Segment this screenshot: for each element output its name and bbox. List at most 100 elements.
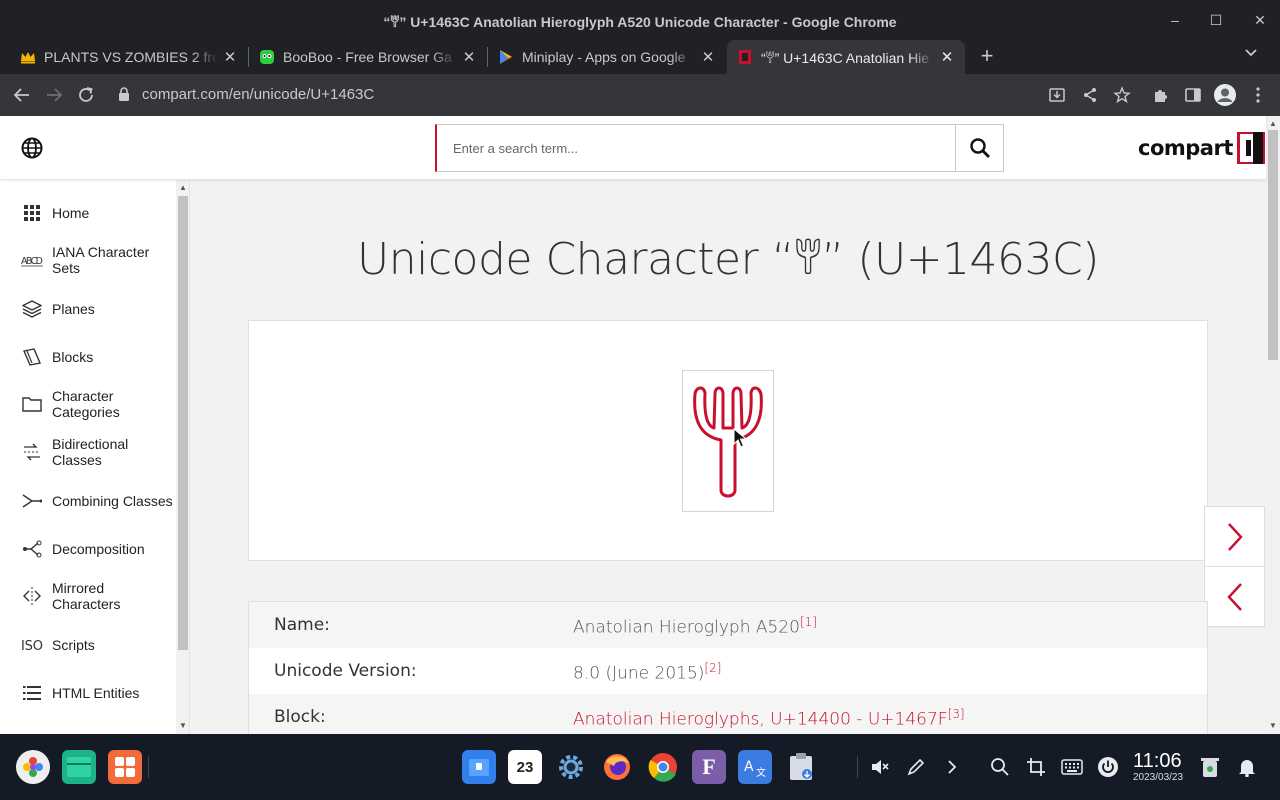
fonts-app-button[interactable]: F: [692, 750, 726, 784]
close-tab-icon[interactable]: ✕: [700, 48, 716, 66]
screenshot-button[interactable]: [1025, 756, 1047, 778]
abcd-icon: ABCD: [21, 249, 43, 271]
search-input[interactable]: [437, 125, 955, 171]
sidebar-item-combining-classes[interactable]: Combining Classes: [0, 490, 176, 512]
info-row-unicode-version: Unicode Version: 8.0 (June 2015)[2]: [249, 648, 1207, 694]
sidebar-item-html-entities[interactable]: HTML Entities: [0, 682, 176, 704]
sidebar-item-blocks[interactable]: Blocks: [0, 346, 176, 368]
reload-button[interactable]: [74, 83, 98, 107]
scroll-up-icon[interactable]: ▲: [179, 184, 187, 192]
extensions-button[interactable]: [1149, 83, 1173, 107]
notifications-button[interactable]: [1236, 756, 1258, 778]
info-value: 8.0 (June 2015)[2]: [573, 661, 721, 684]
chrome-button[interactable]: [646, 750, 680, 784]
globe-icon[interactable]: [20, 136, 44, 160]
scroll-up-icon[interactable]: ▲: [1269, 120, 1277, 128]
tab-search-button[interactable]: [1240, 45, 1262, 67]
footnote-ref[interactable]: [1]: [800, 615, 817, 629]
address-bar[interactable]: compart.com/en/unicode/U+1463C: [108, 80, 1108, 110]
translate-icon: A文: [744, 759, 766, 778]
settings-button[interactable]: [554, 750, 588, 784]
volume-button[interactable]: [869, 756, 891, 778]
minimize-button[interactable]: –: [1163, 8, 1187, 32]
sidebar-item-label: Combining Classes: [52, 493, 173, 509]
sidebar-scrollbar[interactable]: ▲ ▼: [176, 180, 189, 734]
profile-button[interactable]: [1213, 83, 1237, 107]
new-tab-button[interactable]: +: [975, 44, 999, 68]
app-store-button[interactable]: [108, 750, 142, 784]
clipboard-button[interactable]: [784, 750, 818, 784]
sidebar-scrollbar-thumb[interactable]: [178, 196, 188, 650]
maximize-button[interactable]: ☐: [1204, 8, 1228, 32]
bookmark-button[interactable]: [1110, 83, 1134, 107]
next-character-button[interactable]: [1204, 506, 1265, 567]
firefox-button[interactable]: [600, 750, 634, 784]
footnote-ref[interactable]: [2]: [704, 661, 721, 675]
power-button[interactable]: [1097, 756, 1119, 778]
translate-button[interactable]: A文: [738, 750, 772, 784]
lock-icon[interactable]: [118, 87, 130, 107]
chevron-right-icon: [1227, 522, 1243, 551]
trash-button[interactable]: [1199, 756, 1221, 778]
expand-tray-button[interactable]: [941, 756, 963, 778]
info-key: Unicode Version:: [274, 661, 417, 681]
files-app-button[interactable]: [62, 750, 96, 784]
compart-logo[interactable]: compart: [1138, 132, 1265, 164]
close-tab-icon[interactable]: ✕: [461, 48, 477, 66]
sidebar-item-planes[interactable]: Planes: [0, 298, 176, 320]
tab-plants-vs-zombies[interactable]: PLANTS VS ZOMBIES 2 free ✕: [10, 40, 248, 74]
bell-icon: [1239, 760, 1255, 777]
launcher-button[interactable]: [16, 750, 50, 784]
search-icon: [969, 138, 990, 158]
previous-character-button[interactable]: [1204, 566, 1265, 627]
tab-miniplay[interactable]: Miniplay - Apps on Google ✕: [488, 40, 726, 74]
keyboard-icon: [1061, 759, 1083, 775]
scroll-down-icon[interactable]: ▼: [179, 722, 187, 730]
scroll-down-icon[interactable]: ▼: [1269, 722, 1277, 730]
calendar-button[interactable]: 23: [508, 750, 542, 784]
glyph-preview: [682, 370, 774, 512]
svg-text:A: A: [744, 759, 754, 775]
sidebar-item-scripts[interactable]: ISO Scripts: [0, 634, 176, 656]
tab-compart[interactable]: “𔘼” U+1463C Anatolian Hie ✕: [727, 40, 965, 74]
list-icon: [21, 682, 43, 704]
footnote-ref[interactable]: [3]: [948, 707, 965, 721]
keyboard-button[interactable]: [1061, 756, 1083, 778]
page-title: Unicode Character “𔘼” (U+1463C): [357, 234, 1099, 285]
sidebar-item-mirrored-characters[interactable]: Mirrored Characters: [0, 580, 176, 612]
close-window-button[interactable]: ✕: [1248, 8, 1272, 32]
sidebar-item-decomposition[interactable]: Decomposition: [0, 538, 176, 560]
browser-toolbar: compart.com/en/unicode/U+1463C: [0, 74, 1280, 116]
forward-button[interactable]: [42, 83, 66, 107]
tab-label: BooBoo - Free Browser Ga: [283, 49, 452, 65]
share-button[interactable]: [1078, 83, 1102, 107]
menu-button[interactable]: [1246, 83, 1270, 107]
sidebar-item-bidirectional-classes[interactable]: Bidirectional Classes: [0, 436, 176, 468]
glyph-card: [248, 320, 1208, 561]
url-text[interactable]: compart.com/en/unicode/U+1463C: [142, 86, 374, 103]
page-scrollbar-thumb[interactable]: [1268, 130, 1278, 360]
back-button[interactable]: [10, 83, 34, 107]
page-scrollbar[interactable]: ▲ ▼: [1266, 116, 1280, 734]
files-button[interactable]: [462, 750, 496, 784]
launcher-icon: [23, 757, 43, 777]
layers-icon: [21, 298, 43, 320]
block-link[interactable]: Anatolian Hieroglyphs, U+14400 - U+1467F: [573, 710, 948, 730]
pen-button[interactable]: [905, 756, 927, 778]
tab-booboo[interactable]: BooBoo - Free Browser Ga ✕: [249, 40, 487, 74]
search-button[interactable]: [955, 124, 1004, 172]
system-clock[interactable]: 11:06 2023/03/23: [1133, 751, 1183, 785]
sidebar-item-character-categories[interactable]: Character Categories: [0, 388, 176, 420]
sidebar-item-label: HTML Entities: [52, 685, 140, 701]
booboo-icon: [259, 49, 275, 65]
anatolian-glyph-image: [693, 386, 763, 498]
close-tab-icon[interactable]: ✕: [222, 48, 238, 66]
sidebar-item-home[interactable]: Home: [0, 202, 176, 224]
search-tray-button[interactable]: [989, 756, 1011, 778]
sidebar-item-iana-character-sets[interactable]: ABCD IANA Character Sets: [0, 244, 176, 276]
clock-date: 2023/03/23: [1133, 772, 1184, 783]
install-app-button[interactable]: [1045, 83, 1069, 107]
chevron-right-icon: [948, 760, 957, 774]
close-tab-icon[interactable]: ✕: [939, 48, 955, 66]
side-panel-button[interactable]: [1181, 83, 1205, 107]
